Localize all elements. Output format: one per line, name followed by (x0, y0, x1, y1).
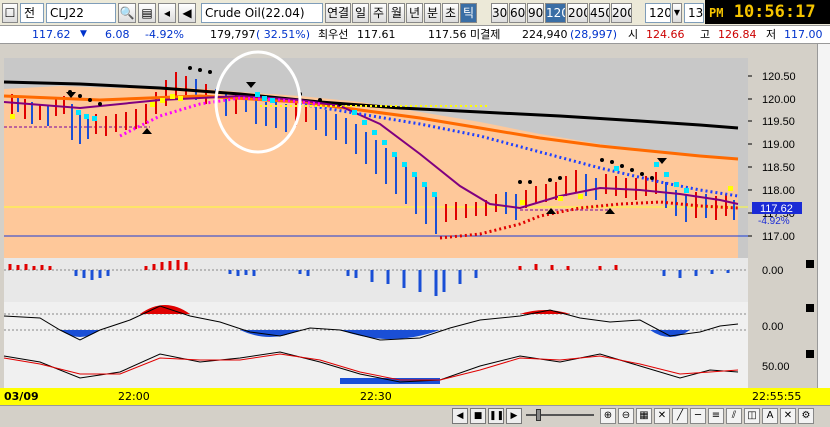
price-change: 6.08 (105, 28, 130, 41)
interval-60[interactable]: 60 (509, 3, 526, 23)
open-price: 124.66 (646, 28, 685, 41)
volume: 179,797 (210, 28, 256, 41)
price-tick-6: 118.00 (762, 185, 795, 197)
panel2-close-icon[interactable] (806, 304, 814, 312)
zoom-slider-thumb[interactable] (536, 409, 541, 421)
panel3-axis-label: 50.00 (762, 361, 790, 373)
filter-icon[interactable]: ▤ (138, 3, 156, 23)
price-tick-1: 120.50 (762, 71, 796, 83)
interval-200[interactable]: 200 (567, 3, 588, 23)
chart-navigation-bar: ◀ ■ ❚❚ ▶ ⊕ ⊖ ▦ ✕ ╱ ─ ≡ ⫽ ◫ A ✕ ⚙ (0, 405, 830, 427)
open-interest-change: (28,997) (570, 28, 618, 41)
btn-second[interactable]: 초 (442, 3, 459, 23)
stop-icon[interactable]: ■ (470, 408, 486, 424)
chart-svg[interactable]: 120.50 120.00 119.50 119.00 118.50 118.0… (0, 44, 830, 388)
open-interest-label: 미결제 (470, 28, 501, 41)
down-arrow-icon: ▼ (80, 29, 87, 39)
indicator-panel-1 (4, 258, 748, 302)
open-label: 시 (628, 28, 639, 41)
time-axis-tick-1: 22:00 (118, 390, 150, 403)
interval-90[interactable]: 90 (527, 3, 544, 23)
btn-minute[interactable]: 분 (424, 3, 441, 23)
interval-200b[interactable]: 200 (611, 3, 632, 23)
scroll-right-icon[interactable]: ▶ (506, 408, 522, 424)
interval-30[interactable]: 30 (491, 3, 508, 23)
right-scroll-panel[interactable] (817, 44, 830, 388)
btn-day[interactable]: 일 (352, 3, 369, 23)
best-bid-label: 최우선 (318, 28, 349, 41)
zoom-in-icon[interactable]: ⊕ (600, 408, 616, 424)
zoom-out-icon[interactable]: ⊖ (618, 408, 634, 424)
interval-select[interactable]: 120 (645, 3, 671, 23)
settings-icon[interactable]: ⚙ (798, 408, 814, 424)
count-field[interactable]: 13 (684, 3, 704, 23)
btn-month[interactable]: 월 (388, 3, 405, 23)
price-tick-4: 119.00 (762, 139, 795, 151)
time-axis-now: 22:55:55 (752, 390, 802, 403)
low-label: 저 (766, 28, 777, 41)
window-menu-icon[interactable]: ☐ (2, 3, 18, 23)
chart-area[interactable]: 120.50 120.00 119.50 119.00 118.50 118.0… (0, 44, 830, 388)
clock: PM 10:56:17 (705, 0, 830, 24)
symbol-input[interactable]: CLJ22 (46, 3, 116, 23)
low-price: 117.00 (784, 28, 823, 41)
panel2-axis-label: 0.00 (762, 321, 783, 333)
product-name: Crude Oil(22.04) (201, 3, 323, 23)
speaker-icon[interactable]: ◀ (178, 3, 196, 23)
search-icon[interactable]: 🔍 (118, 3, 136, 23)
scroll-left-icon[interactable]: ◀ (452, 408, 468, 424)
high-price: 126.84 (718, 28, 757, 41)
last-price: 117.62 (32, 28, 71, 41)
panel3-close-icon[interactable] (806, 350, 814, 358)
price-tag-percent: -4.92% (758, 216, 790, 227)
time-axis-tick-2: 22:30 (360, 390, 392, 403)
open-interest: 224,940 (522, 28, 568, 41)
text-tool-icon[interactable]: A (762, 408, 778, 424)
quote-bar: 117.62 ▼ 6.08 -4.92% 179,797 ( 32.51%) 최… (0, 26, 830, 44)
price-tick-2: 120.00 (762, 94, 796, 106)
grid-icon[interactable]: ▦ (636, 408, 652, 424)
chart-toolbar: ☐ 전 CLJ22 🔍 ▤ ◂ ◀ Crude Oil(22.04) 연결 일 … (0, 0, 830, 26)
panel1-axis-label: 0.00 (762, 265, 783, 277)
crosshair-icon[interactable]: ✕ (654, 408, 670, 424)
best-ask: 117.56 (428, 28, 467, 41)
time-axis-date: 03/09 (4, 390, 39, 403)
volume-ratio: ( 32.51%) (256, 28, 311, 41)
horizontal-line-icon[interactable]: ─ (690, 408, 706, 424)
change-percent: -4.92% (145, 28, 184, 41)
fibonacci-icon[interactable]: ≡ (708, 408, 724, 424)
high-label: 고 (700, 28, 711, 41)
btn-tick[interactable]: 틱 (460, 3, 477, 23)
time-axis: 03/09 22:00 22:30 22:55:55 (0, 388, 830, 405)
trend-line-icon[interactable]: ╱ (672, 408, 688, 424)
interval-450[interactable]: 450 (589, 3, 610, 23)
price-axis-bg (748, 58, 818, 258)
channel-icon[interactable]: ⫽ (726, 408, 742, 424)
volume-icon[interactable]: ◂ (158, 3, 176, 23)
price-tag-value: 117.62 (760, 203, 793, 215)
pause-icon[interactable]: ❚❚ (488, 408, 504, 424)
best-bid: 117.61 (357, 28, 396, 41)
chevron-down-icon[interactable]: ▼ (672, 3, 682, 23)
btn-week[interactable]: 주 (370, 3, 387, 23)
delete-tool-icon[interactable]: ✕ (780, 408, 796, 424)
price-tick-3: 119.50 (762, 116, 795, 128)
price-tick-5: 118.50 (762, 162, 795, 174)
price-tick-8: 117.00 (762, 231, 795, 243)
ruler-icon[interactable]: ◫ (744, 408, 760, 424)
btn-connect[interactable]: 연결 (325, 3, 351, 23)
btn-year[interactable]: 년 (406, 3, 423, 23)
panel1-close-icon[interactable] (806, 260, 814, 268)
interval-120[interactable]: 120 (545, 3, 566, 23)
exchange-select[interactable]: 전 (20, 3, 44, 23)
